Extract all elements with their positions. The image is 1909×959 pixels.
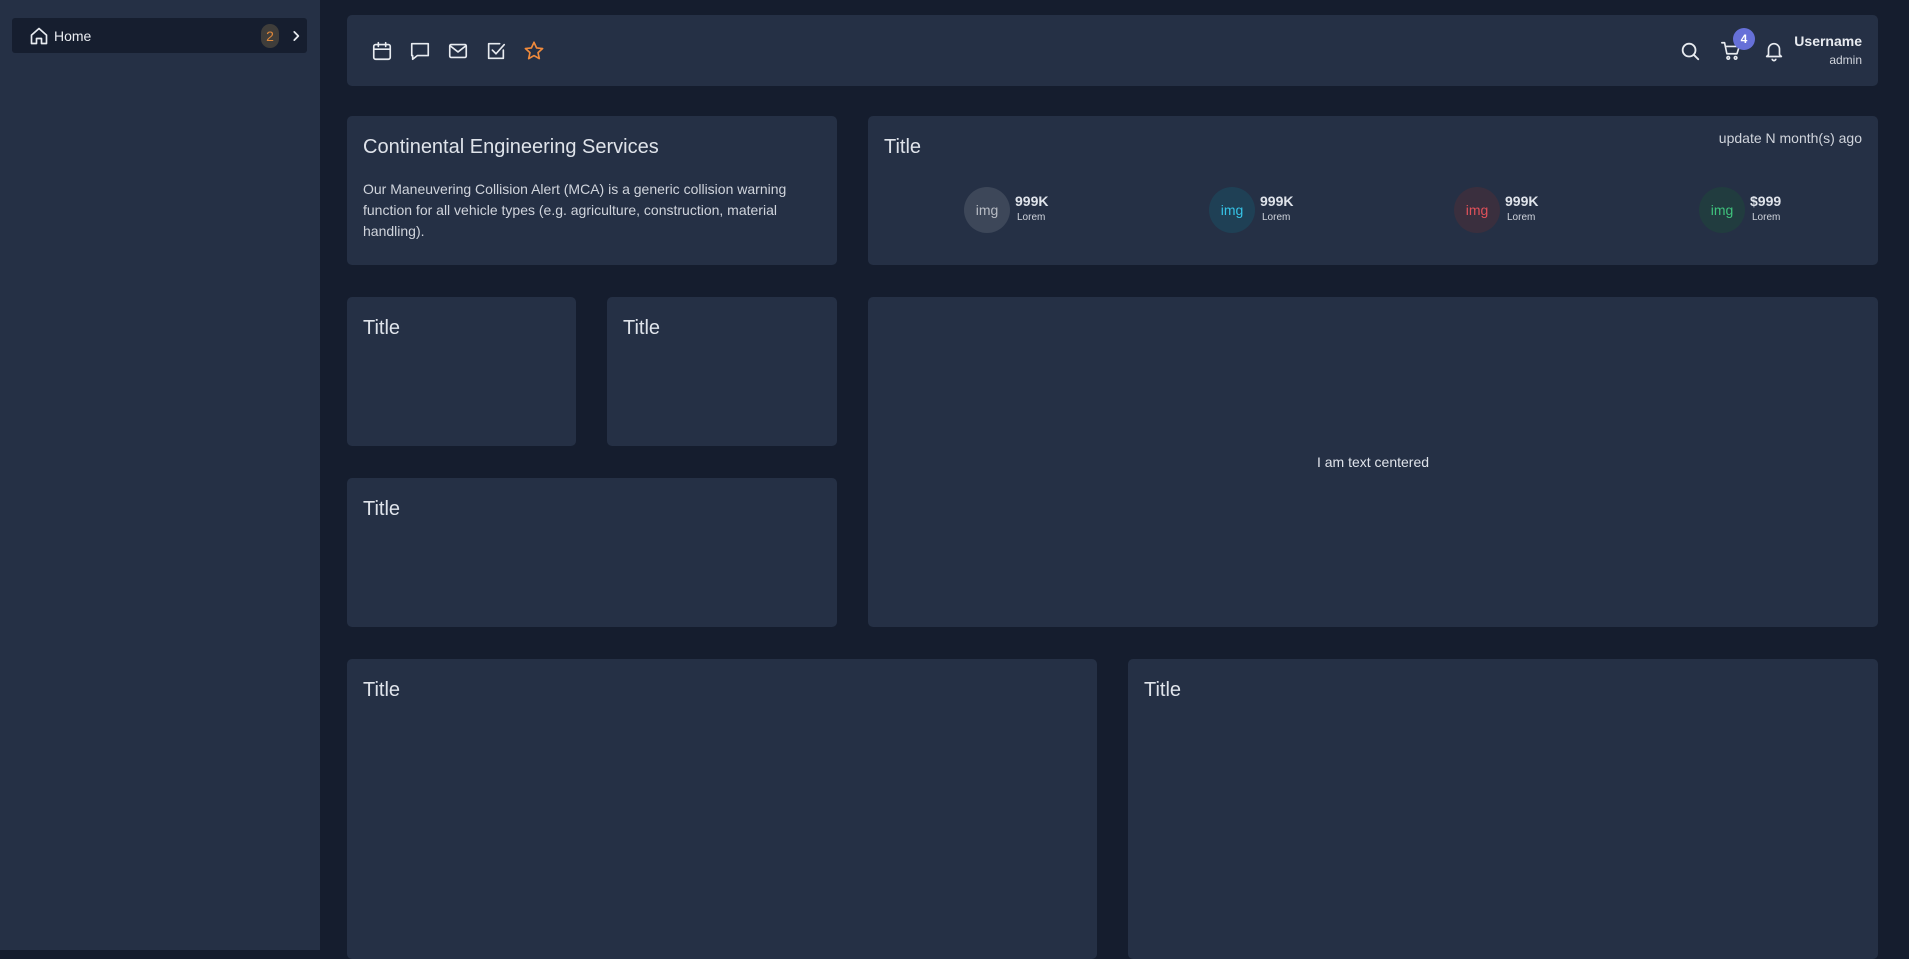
stat-value: 999K: [1505, 193, 1539, 209]
stat-value: 999K: [1015, 193, 1049, 209]
stat-value: $999: [1750, 193, 1782, 209]
stat-image: img: [1699, 187, 1745, 233]
chat-icon[interactable]: [409, 40, 431, 62]
top-bar: 4 Username admin: [347, 15, 1878, 86]
small-card-a: Title: [347, 297, 576, 446]
calendar-icon[interactable]: [371, 40, 393, 62]
company-title: Continental Engineering Services: [363, 136, 659, 158]
chevron-right-icon[interactable]: [289, 29, 303, 43]
stat-label: Lorem: [1262, 212, 1291, 223]
stat-image: img: [1454, 187, 1500, 233]
card-title: Title: [1144, 679, 1182, 701]
home-icon: [30, 27, 48, 45]
company-card: Continental Engineering Services Our Man…: [347, 116, 837, 265]
search-icon[interactable]: [1679, 40, 1701, 62]
stat-item: img $999 Lorem: [1699, 187, 1829, 233]
stats-card: Title update N month(s) ago img 999K Lor…: [868, 116, 1878, 265]
stat-item: img 999K Lorem: [1209, 187, 1339, 233]
stat-image: img: [964, 187, 1010, 233]
cart-count-badge: 4: [1733, 28, 1755, 50]
stats-title: Title: [884, 136, 922, 158]
stat-value: 999K: [1260, 193, 1294, 209]
stat-label: Lorem: [1752, 212, 1781, 223]
stat-item: img 999K Lorem: [964, 187, 1094, 233]
user-role: admin: [1829, 53, 1862, 67]
sidebar-item-badge: 2: [261, 24, 279, 48]
bottom-left-card: Title: [347, 659, 1097, 959]
stat-label: Lorem: [1017, 212, 1046, 223]
sidebar: Home 2: [0, 0, 320, 950]
company-description: Our Maneuvering Collision Alert (MCA) is…: [363, 181, 787, 239]
mail-icon[interactable]: [447, 40, 469, 62]
sidebar-item-home[interactable]: Home 2: [12, 18, 307, 53]
user-name[interactable]: Username: [1794, 33, 1862, 49]
centered-text: I am text centered: [1316, 454, 1430, 470]
wide-card: Title: [347, 478, 837, 627]
checkbox-icon[interactable]: [485, 40, 507, 62]
stat-image: img: [1209, 187, 1255, 233]
card-title: Title: [363, 317, 401, 339]
bell-icon[interactable]: [1763, 40, 1785, 62]
card-title: Title: [363, 498, 401, 520]
card-title: Title: [363, 679, 401, 701]
bottom-right-card: Title: [1128, 659, 1878, 959]
centered-text-card: I am text centered: [868, 297, 1878, 627]
star-icon[interactable]: [523, 40, 545, 62]
stat-item: img 999K Lorem: [1454, 187, 1584, 233]
sidebar-item-label: Home: [54, 28, 92, 44]
stat-label: Lorem: [1507, 212, 1536, 223]
small-card-b: Title: [607, 297, 837, 446]
stats-update-time: update N month(s) ago: [1718, 130, 1862, 146]
card-title: Title: [623, 317, 661, 339]
